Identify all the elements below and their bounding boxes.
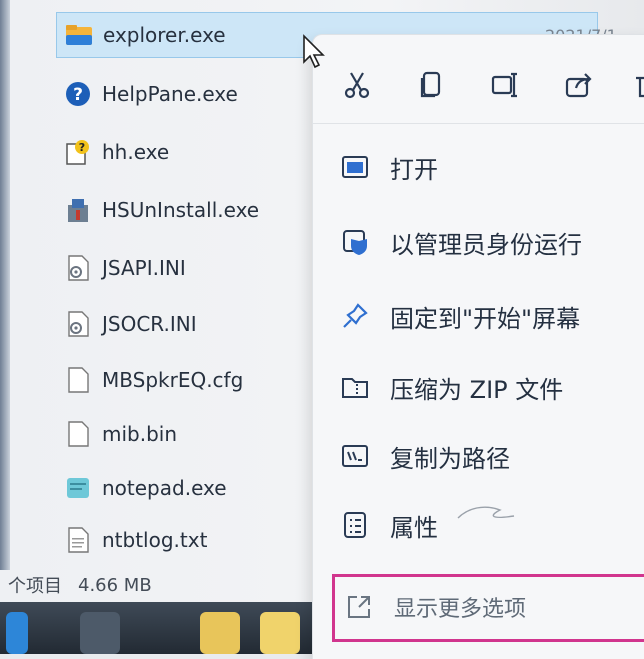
menu-item-zip[interactable]: 压缩为 ZIP 文件 — [312, 362, 644, 412]
menu-label: 属性 — [390, 513, 438, 542]
menu-label: 打开 — [390, 155, 438, 184]
taskbar-explorer-icon[interactable] — [260, 612, 300, 654]
menu-separator — [313, 123, 644, 124]
shield-icon — [340, 227, 370, 257]
installer-icon — [64, 196, 92, 224]
taskbar-start-icon[interactable] — [6, 612, 28, 654]
config-file-icon — [64, 254, 92, 282]
help-file-icon: ? — [64, 138, 92, 166]
copy-path-icon — [340, 441, 370, 471]
file-icon — [64, 420, 92, 448]
file-name: JSAPI.INI — [102, 256, 186, 280]
mouse-cursor-icon — [303, 34, 325, 69]
file-name: hh.exe — [102, 140, 170, 164]
window-frame — [0, 0, 10, 570]
file-name: explorer.exe — [103, 23, 226, 47]
context-menu-toolbar — [313, 55, 644, 109]
zip-icon — [340, 372, 370, 402]
file-name: notepad.exe — [102, 476, 227, 500]
menu-item-copy-path[interactable]: 复制为路径 — [312, 431, 644, 481]
menu-item-open[interactable]: 打开 — [312, 142, 644, 192]
status-bar: 个项目 4.66 MB — [0, 568, 330, 602]
rename-icon[interactable] — [485, 65, 525, 105]
menu-label: 压缩为 ZIP 文件 — [390, 375, 564, 404]
expand-icon — [344, 592, 374, 622]
context-menu — [312, 34, 644, 659]
share-icon[interactable] — [559, 65, 599, 105]
delete-icon[interactable] — [625, 65, 644, 105]
file-icon — [64, 366, 92, 394]
menu-label: 以管理员身份运行 — [390, 230, 582, 259]
help-icon: ? — [64, 80, 92, 108]
status-size: 4.66 MB — [78, 574, 152, 596]
file-name: HSUnInstall.exe — [102, 198, 260, 222]
taskbar-folder-icon[interactable] — [200, 612, 240, 654]
pin-icon — [340, 301, 370, 331]
file-name: MBSpkrEQ.cfg — [102, 368, 244, 392]
taskbar-app-icon[interactable] — [80, 612, 120, 654]
file-name: JSOCR.INI — [102, 312, 197, 336]
pen-scribble — [457, 506, 515, 519]
config-file-icon — [64, 310, 92, 338]
svg-text:?: ? — [79, 141, 85, 154]
notepad-icon — [64, 474, 92, 502]
file-name: HelpPane.exe — [102, 82, 238, 106]
open-icon — [340, 152, 370, 182]
cut-icon[interactable] — [337, 65, 377, 105]
copy-icon[interactable] — [411, 65, 451, 105]
file-name: ntbtlog.txt — [102, 528, 208, 552]
folder-app-icon — [65, 21, 93, 49]
menu-item-run-as-admin[interactable]: 以管理员身份运行 — [312, 217, 644, 267]
menu-item-show-more-options[interactable]: 显示更多选项 — [332, 580, 644, 634]
text-file-icon — [64, 526, 92, 554]
properties-icon — [340, 510, 370, 540]
svg-text:?: ? — [73, 85, 83, 105]
menu-label: 固定到"开始"屏幕 — [390, 304, 581, 333]
menu-label: 显示更多选项 — [394, 597, 527, 622]
status-item-count: 个项目 — [8, 576, 62, 597]
file-name: mib.bin — [102, 422, 178, 446]
menu-label: 复制为路径 — [390, 444, 510, 473]
menu-item-pin-start[interactable]: 固定到"开始"屏幕 — [312, 291, 644, 341]
